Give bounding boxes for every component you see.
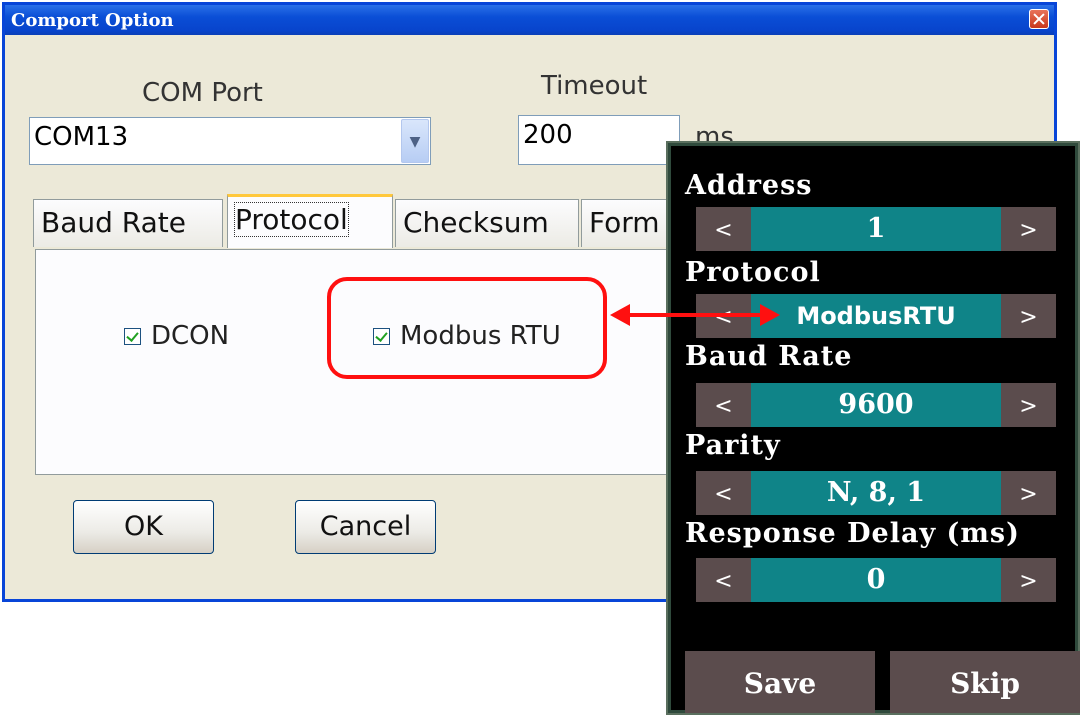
skip-button[interactable]: Skip xyxy=(890,651,1080,713)
dcon-label: DCON xyxy=(151,321,230,351)
close-button[interactable] xyxy=(1029,9,1049,29)
tab-protocol[interactable]: Protocol xyxy=(227,194,393,248)
window-title: Comport Option xyxy=(11,10,174,31)
ok-button[interactable]: OK xyxy=(73,500,214,554)
response-delay-row: < 0 > xyxy=(696,558,1056,602)
chevron-down-icon[interactable]: ▼ xyxy=(401,119,429,163)
timeout-label: Timeout xyxy=(541,71,648,101)
baud-rate-value: 9600 xyxy=(751,383,1001,427)
address-label: Address xyxy=(685,170,813,201)
address-value: 1 xyxy=(751,207,1001,251)
parity-value: N, 8, 1 xyxy=(751,471,1001,515)
timeout-value: 200 xyxy=(523,120,573,150)
baud-rate-row: < 9600 > xyxy=(696,383,1056,427)
save-button[interactable]: Save xyxy=(685,651,875,713)
baud-rate-next-button[interactable]: > xyxy=(1001,383,1056,427)
protocol-value: ModbusRTU xyxy=(751,294,1001,338)
double-arrow-icon xyxy=(610,304,780,326)
protocol-next-button[interactable]: > xyxy=(1001,294,1056,338)
tab-baud-rate[interactable]: Baud Rate xyxy=(33,199,223,247)
parity-label: Parity xyxy=(685,430,781,461)
dcon-checkbox[interactable]: DCON xyxy=(124,321,229,351)
checkbox-checked-icon[interactable] xyxy=(124,327,141,345)
timeout-input[interactable]: 200 xyxy=(518,115,680,165)
baud-rate-prev-button[interactable]: < xyxy=(696,383,751,427)
protocol-label: Protocol xyxy=(685,257,821,288)
device-config-panel: Address < 1 > Protocol < ModbusRTU > Bau… xyxy=(666,141,1080,715)
parity-prev-button[interactable]: < xyxy=(696,471,751,515)
tab-checksum[interactable]: Checksum xyxy=(395,199,579,247)
baud-rate-label: Baud Rate xyxy=(685,341,853,372)
response-delay-prev-button[interactable]: < xyxy=(696,558,751,602)
highlight-box xyxy=(327,277,607,379)
cancel-button[interactable]: Cancel xyxy=(295,500,436,554)
parity-row: < N, 8, 1 > xyxy=(696,471,1056,515)
address-row: < 1 > xyxy=(696,207,1056,251)
com-port-select[interactable]: COM13 ▼ xyxy=(29,117,431,165)
parity-next-button[interactable]: > xyxy=(1001,471,1056,515)
response-delay-next-button[interactable]: > xyxy=(1001,558,1056,602)
title-bar[interactable]: Comport Option xyxy=(5,5,1054,35)
com-port-value: COM13 xyxy=(34,122,129,152)
com-port-label: COM Port xyxy=(142,78,263,108)
address-prev-button[interactable]: < xyxy=(696,207,751,251)
address-next-button[interactable]: > xyxy=(1001,207,1056,251)
response-delay-label: Response Delay (ms) xyxy=(685,518,1020,549)
response-delay-value: 0 xyxy=(751,558,1001,602)
